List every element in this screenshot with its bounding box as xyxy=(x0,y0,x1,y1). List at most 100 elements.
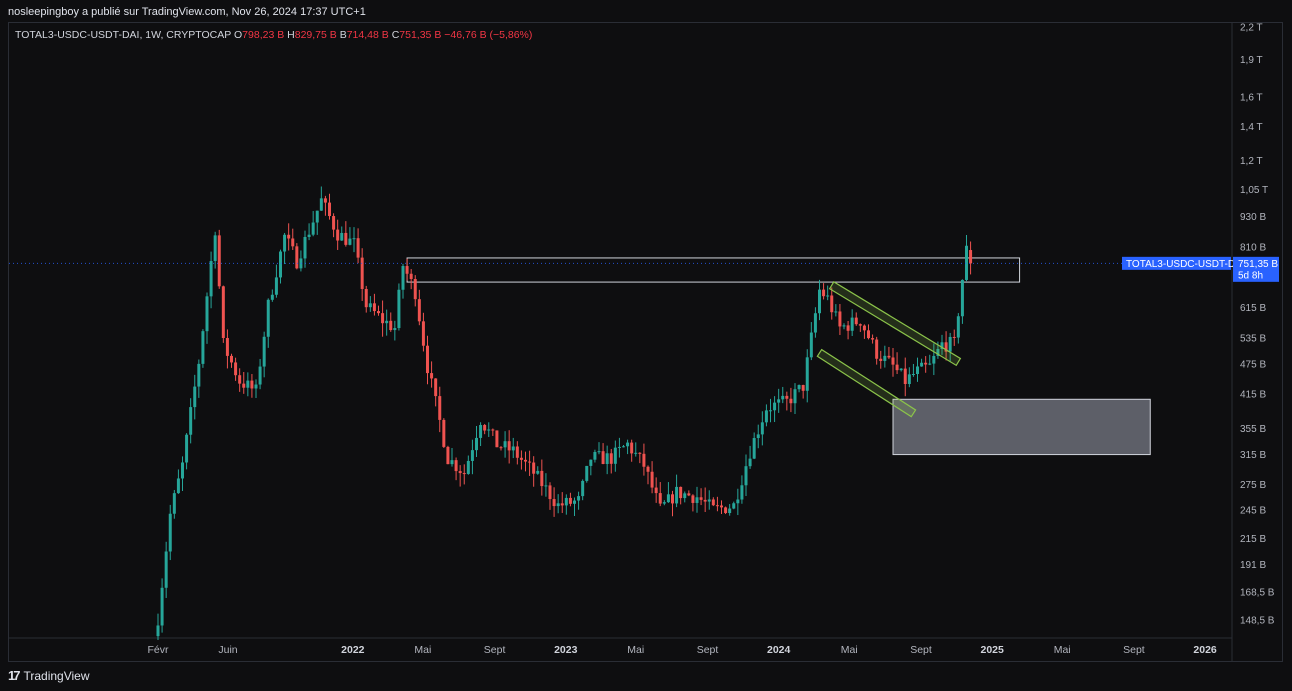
candle-body xyxy=(699,497,703,500)
candle-body xyxy=(515,446,519,458)
candle-body xyxy=(381,313,385,324)
candle-body xyxy=(503,441,507,448)
y-tick-label: 191 B xyxy=(1240,560,1266,571)
y-tick-label: 930 B xyxy=(1240,212,1266,223)
candle-body xyxy=(630,442,634,454)
candle-body xyxy=(740,485,744,500)
candle-body xyxy=(430,373,434,379)
candle-body xyxy=(397,289,401,329)
candle-body xyxy=(850,317,854,331)
legend-change: −46,76 B (−5,86%) xyxy=(444,29,533,41)
y-tick-label: 1,9 T xyxy=(1240,55,1263,66)
price-chart[interactable]: 2,2 T 1,9 T 1,6 T 1,4 T 1,2 T 1,05 T 930 B 810 … xyxy=(0,0,1292,691)
candle-body xyxy=(168,513,172,552)
footer-brand[interactable]: 17 TradingView xyxy=(8,668,90,683)
candle-body xyxy=(274,277,278,295)
candle-body xyxy=(756,434,760,439)
candle-body xyxy=(442,419,446,447)
candle-body xyxy=(793,389,797,404)
candle-body xyxy=(797,385,801,390)
candle-body xyxy=(634,452,638,454)
candle-body xyxy=(352,238,356,240)
legend-low-label: B xyxy=(339,29,347,41)
candle-body xyxy=(417,299,421,322)
candle-body xyxy=(646,466,650,472)
candle-body xyxy=(193,386,197,408)
candle-body xyxy=(577,496,581,501)
candle-body xyxy=(711,499,715,506)
candle-body xyxy=(258,366,262,385)
candle-body xyxy=(311,222,315,235)
candle-body xyxy=(744,466,748,486)
candle-body xyxy=(654,487,658,494)
y-tick-label: 810 B xyxy=(1240,242,1266,253)
candle-body xyxy=(858,324,862,326)
candle-body xyxy=(911,374,915,376)
candle-body xyxy=(728,508,732,514)
legend-open-label: O xyxy=(234,29,243,41)
candle-body xyxy=(813,313,817,333)
candle-body xyxy=(834,311,838,313)
candle-body xyxy=(287,234,291,239)
y-tick-label: 355 B xyxy=(1240,424,1266,435)
candle-body xyxy=(932,355,936,364)
candle-body xyxy=(205,296,209,332)
candle-body xyxy=(295,246,299,269)
symbol-tag-label: TOTAL3-USDC-USDT-DAI xyxy=(1126,259,1245,270)
price-tag-value: 751,35 B xyxy=(1238,259,1278,270)
candle-body xyxy=(658,493,662,504)
candle-body xyxy=(548,485,552,500)
candle-body xyxy=(156,625,160,637)
resistance-box xyxy=(406,257,1021,283)
candle-body xyxy=(642,453,646,467)
candle-body xyxy=(920,362,924,367)
channel-upper-band xyxy=(828,281,962,367)
candle-body xyxy=(818,289,821,314)
candle-body xyxy=(552,499,556,507)
candle-body xyxy=(605,453,609,464)
candle-body xyxy=(470,450,474,461)
candle-body xyxy=(752,438,756,459)
legend-high-label: H xyxy=(287,29,295,41)
candle-body xyxy=(172,493,176,514)
candle-body xyxy=(246,380,250,388)
candle-body xyxy=(960,279,964,317)
candle-body xyxy=(528,461,532,463)
candle-body xyxy=(801,385,805,391)
x-tick-label: Mai xyxy=(627,644,644,656)
candle-body xyxy=(495,430,499,448)
candle-body xyxy=(626,442,630,447)
candle-body xyxy=(826,295,830,297)
candle-body xyxy=(609,453,613,464)
candle-body xyxy=(899,368,903,371)
candle-body xyxy=(323,198,327,203)
candle-body xyxy=(217,235,221,287)
candle-body xyxy=(581,480,585,497)
candle-body xyxy=(875,339,879,359)
candle-body xyxy=(458,471,462,474)
candle-body xyxy=(250,380,254,389)
candle-body xyxy=(887,355,891,358)
candle-body xyxy=(385,320,389,324)
tradingview-logo-icon: 17 xyxy=(8,668,21,683)
candle-body xyxy=(952,336,956,338)
candle-body xyxy=(368,303,372,308)
y-tick-label: 615 B xyxy=(1240,303,1266,314)
candle-body xyxy=(438,396,442,420)
candle-body xyxy=(262,336,266,367)
y-tick-label: 315 B xyxy=(1240,450,1266,461)
candle-body xyxy=(736,499,740,504)
candle-body xyxy=(507,441,511,451)
candle-body xyxy=(201,331,205,364)
candle-body xyxy=(291,238,295,247)
x-tick-label: Sept xyxy=(1123,644,1145,656)
y-tick-label: 275 B xyxy=(1240,480,1266,491)
legend-close-value: 751,35 B xyxy=(399,29,442,41)
candle-body xyxy=(720,505,723,508)
candle-body xyxy=(842,325,846,327)
candle-body xyxy=(348,238,352,245)
candle-body xyxy=(307,234,311,237)
candle-body xyxy=(483,424,487,431)
candle-body xyxy=(854,317,858,325)
candle-body xyxy=(789,398,793,404)
